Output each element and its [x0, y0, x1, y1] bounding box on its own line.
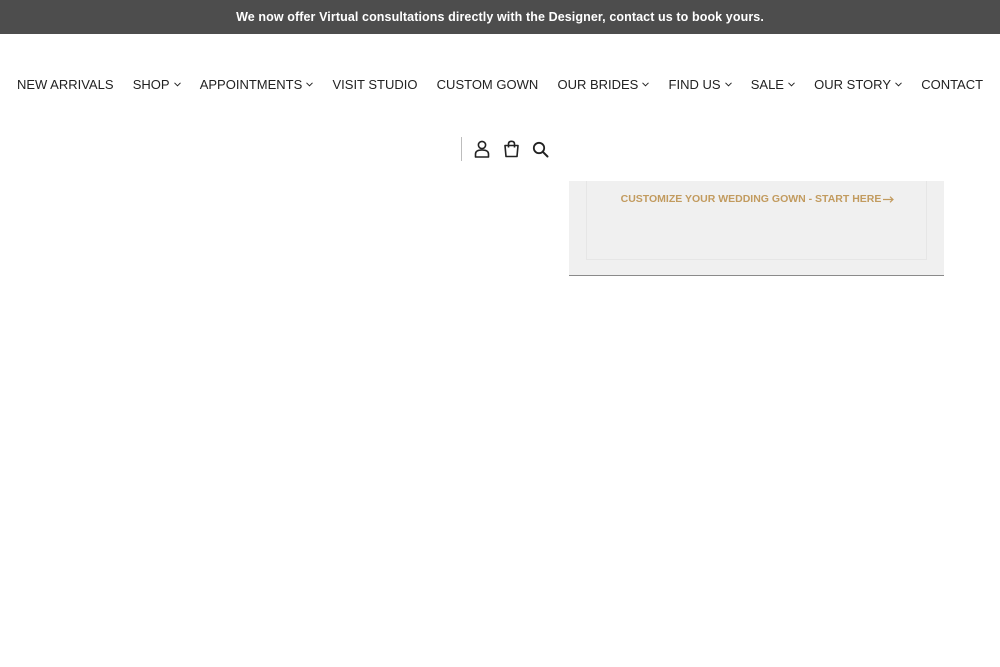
customize-panel: CUSTOMIZE YOUR WEDDING GOWN - START HERE: [569, 181, 944, 276]
nav-item-sale[interactable]: SALE: [741, 70, 804, 98]
account-button[interactable]: [472, 139, 492, 159]
nav-item-our-brides[interactable]: OUR BRIDES: [548, 70, 659, 98]
chevron-down-icon: [642, 81, 650, 87]
nav-item-label: OUR STORY: [814, 76, 891, 92]
arrow-right-icon: [883, 195, 895, 203]
chevron-down-icon: [306, 81, 314, 87]
search-button[interactable]: [530, 139, 550, 159]
nav-item-label: OUR BRIDES: [557, 76, 639, 92]
main-nav: NEW ARRIVALS SHOP APPOINTMENTS VISIT STU…: [0, 70, 1000, 98]
search-icon: [532, 141, 548, 157]
customize-gown-link-text: CUSTOMIZE YOUR WEDDING GOWN - START HERE: [620, 193, 882, 205]
nav-item-appointments[interactable]: APPOINTMENTS: [190, 70, 323, 98]
nav-item-visit-studio[interactable]: VISIT STUDIO: [323, 70, 427, 98]
cart-button[interactable]: [501, 139, 521, 159]
nav-item-label: FIND US: [668, 76, 721, 92]
nav-item-label: SALE: [750, 76, 784, 92]
announcement-text: We now offer Virtual consultations direc…: [236, 10, 764, 24]
nav-item-find-us[interactable]: FIND US: [659, 70, 741, 98]
nav-item-new-arrivals[interactable]: NEW ARRIVALS: [7, 70, 123, 98]
customize-gown-link[interactable]: CUSTOMIZE YOUR WEDDING GOWN - START HERE: [587, 193, 928, 205]
header-icons: [461, 137, 559, 161]
chevron-down-icon: [895, 81, 902, 87]
nav-item-label: CONTACT: [921, 76, 984, 92]
announcement-bar: We now offer Virtual consultations direc…: [0, 0, 1000, 34]
chevron-down-icon: [788, 81, 795, 87]
cart-icon: [503, 140, 519, 158]
nav-item-our-story[interactable]: OUR STORY: [805, 70, 912, 98]
nav-item-label: APPOINTMENTS: [199, 76, 303, 92]
nav-item-custom-gown[interactable]: CUSTOM GOWN: [427, 70, 548, 98]
nav-item-label: VISIT STUDIO: [332, 76, 418, 92]
nav-item-label: SHOP: [132, 76, 170, 92]
user-icon: [474, 140, 490, 158]
nav-item-label: NEW ARRIVALS: [16, 76, 114, 92]
chevron-down-icon: [724, 81, 732, 87]
nav-item-shop[interactable]: SHOP: [123, 70, 190, 98]
customize-panel-inner: CUSTOMIZE YOUR WEDDING GOWN - START HERE: [586, 181, 927, 260]
nav-item-label: CUSTOM GOWN: [436, 76, 539, 92]
nav-item-contact[interactable]: CONTACT: [912, 70, 993, 98]
chevron-down-icon: [173, 81, 181, 87]
